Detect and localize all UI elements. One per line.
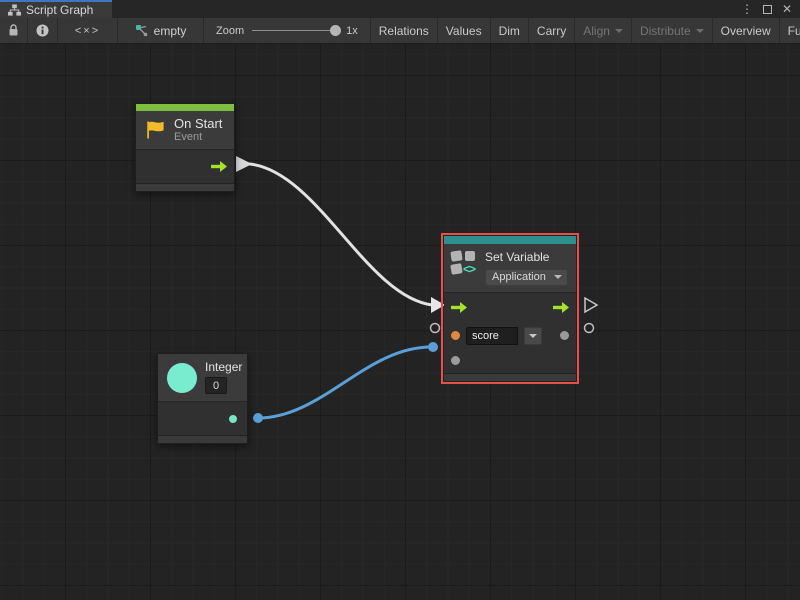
name-input-port[interactable] (451, 331, 460, 340)
button-label: Dim (499, 24, 520, 38)
node-title: Integer (205, 361, 242, 375)
graph-asset-selector[interactable]: empty (118, 18, 204, 43)
variable-color-bar (444, 236, 576, 244)
enter-port-icon[interactable] (451, 302, 467, 313)
overview-button[interactable]: Overview (713, 18, 780, 43)
button-label: Carry (537, 24, 566, 38)
values-button[interactable]: Values (438, 18, 491, 43)
chevron-down-icon (554, 275, 562, 279)
code-brackets-icon: <> (463, 262, 475, 276)
window-titlebar: Script Graph ⋮ ✕ (0, 0, 800, 18)
lock-icon (8, 24, 19, 37)
graph-asset-icon (135, 24, 149, 37)
integer-output-port[interactable] (229, 415, 237, 423)
node-subtitle: Event (174, 131, 222, 143)
button-label: Align (583, 24, 610, 38)
button-label: Distribute (640, 24, 691, 38)
connections-layer (0, 44, 800, 599)
window-menu-icon[interactable]: ⋮ (741, 3, 753, 15)
event-color-bar (136, 104, 234, 111)
button-label: Relations (379, 24, 429, 38)
window-controls: ⋮ ✕ (741, 0, 800, 18)
tab-script-graph[interactable]: Script Graph (0, 0, 112, 18)
zoom-slider-knob[interactable] (330, 25, 341, 36)
chevron-down-icon (529, 334, 537, 338)
zoom-slider[interactable] (252, 30, 338, 31)
unconnected-input-port[interactable] (431, 324, 440, 333)
value-wire[interactable] (258, 347, 431, 418)
node-footer (136, 183, 234, 191)
tab-title: Script Graph (26, 3, 93, 17)
value-wire-end-dot (428, 342, 438, 352)
zoom-value: 1x (346, 25, 358, 37)
value-input-port[interactable] (451, 356, 460, 365)
node-footer (444, 373, 576, 381)
zoom-label: Zoom (216, 25, 244, 37)
variable-name-dropdown-button[interactable] (524, 327, 542, 345)
chevron-down-icon (696, 29, 704, 33)
info-button[interactable] (28, 18, 58, 43)
code-view-icon: <×> (75, 25, 100, 37)
carry-button[interactable]: Carry (529, 18, 575, 43)
flag-icon (145, 120, 166, 140)
button-label: Full Screen (788, 24, 800, 38)
node-footer (158, 435, 247, 443)
script-graph-icon (8, 4, 21, 16)
fullscreen-button[interactable]: Full Screen (780, 18, 800, 43)
value-wire-start-dot (253, 413, 263, 423)
node-title: Set Variable (485, 251, 568, 265)
maximize-icon[interactable] (763, 5, 772, 14)
relations-button[interactable]: Relations (371, 18, 438, 43)
graph-toolbar: <×> empty Zoom 1x Relations Values Dim C… (0, 18, 800, 44)
variable-name-field[interactable]: score (466, 327, 518, 345)
selection-outline: <> Set Variable Application (441, 233, 579, 384)
node-integer[interactable]: Integer 0 (157, 353, 248, 444)
button-label: Overview (721, 24, 771, 38)
lock-button[interactable] (0, 18, 28, 43)
scope-label: Application (492, 271, 546, 283)
unconnected-output-port[interactable] (585, 324, 594, 333)
close-icon[interactable]: ✕ (782, 3, 792, 15)
graph-canvas[interactable]: On Start Event <> Set Va (0, 44, 800, 599)
distribute-dropdown[interactable]: Distribute (632, 18, 713, 43)
value-output-port[interactable] (560, 331, 569, 340)
button-label: Values (446, 24, 482, 38)
zoom-control: Zoom 1x (204, 18, 371, 43)
graph-asset-name: empty (154, 24, 187, 38)
dim-button[interactable]: Dim (491, 18, 529, 43)
unconnected-exit-port[interactable] (585, 298, 597, 312)
node-set-variable[interactable]: <> Set Variable Application (444, 236, 576, 381)
node-title: On Start (174, 117, 222, 132)
exit-port-icon[interactable] (211, 161, 227, 172)
align-dropdown[interactable]: Align (575, 18, 632, 43)
integer-type-icon (167, 363, 197, 393)
code-view-button[interactable]: <×> (58, 18, 118, 43)
chevron-down-icon (615, 29, 623, 33)
set-variable-icon: <> (451, 251, 478, 276)
node-on-start[interactable]: On Start Event (135, 103, 235, 192)
variable-scope-dropdown[interactable]: Application (485, 269, 568, 286)
control-wire[interactable] (250, 164, 432, 305)
integer-value-field[interactable]: 0 (205, 377, 227, 394)
info-icon (36, 24, 49, 37)
exit-port-icon[interactable] (553, 302, 569, 313)
